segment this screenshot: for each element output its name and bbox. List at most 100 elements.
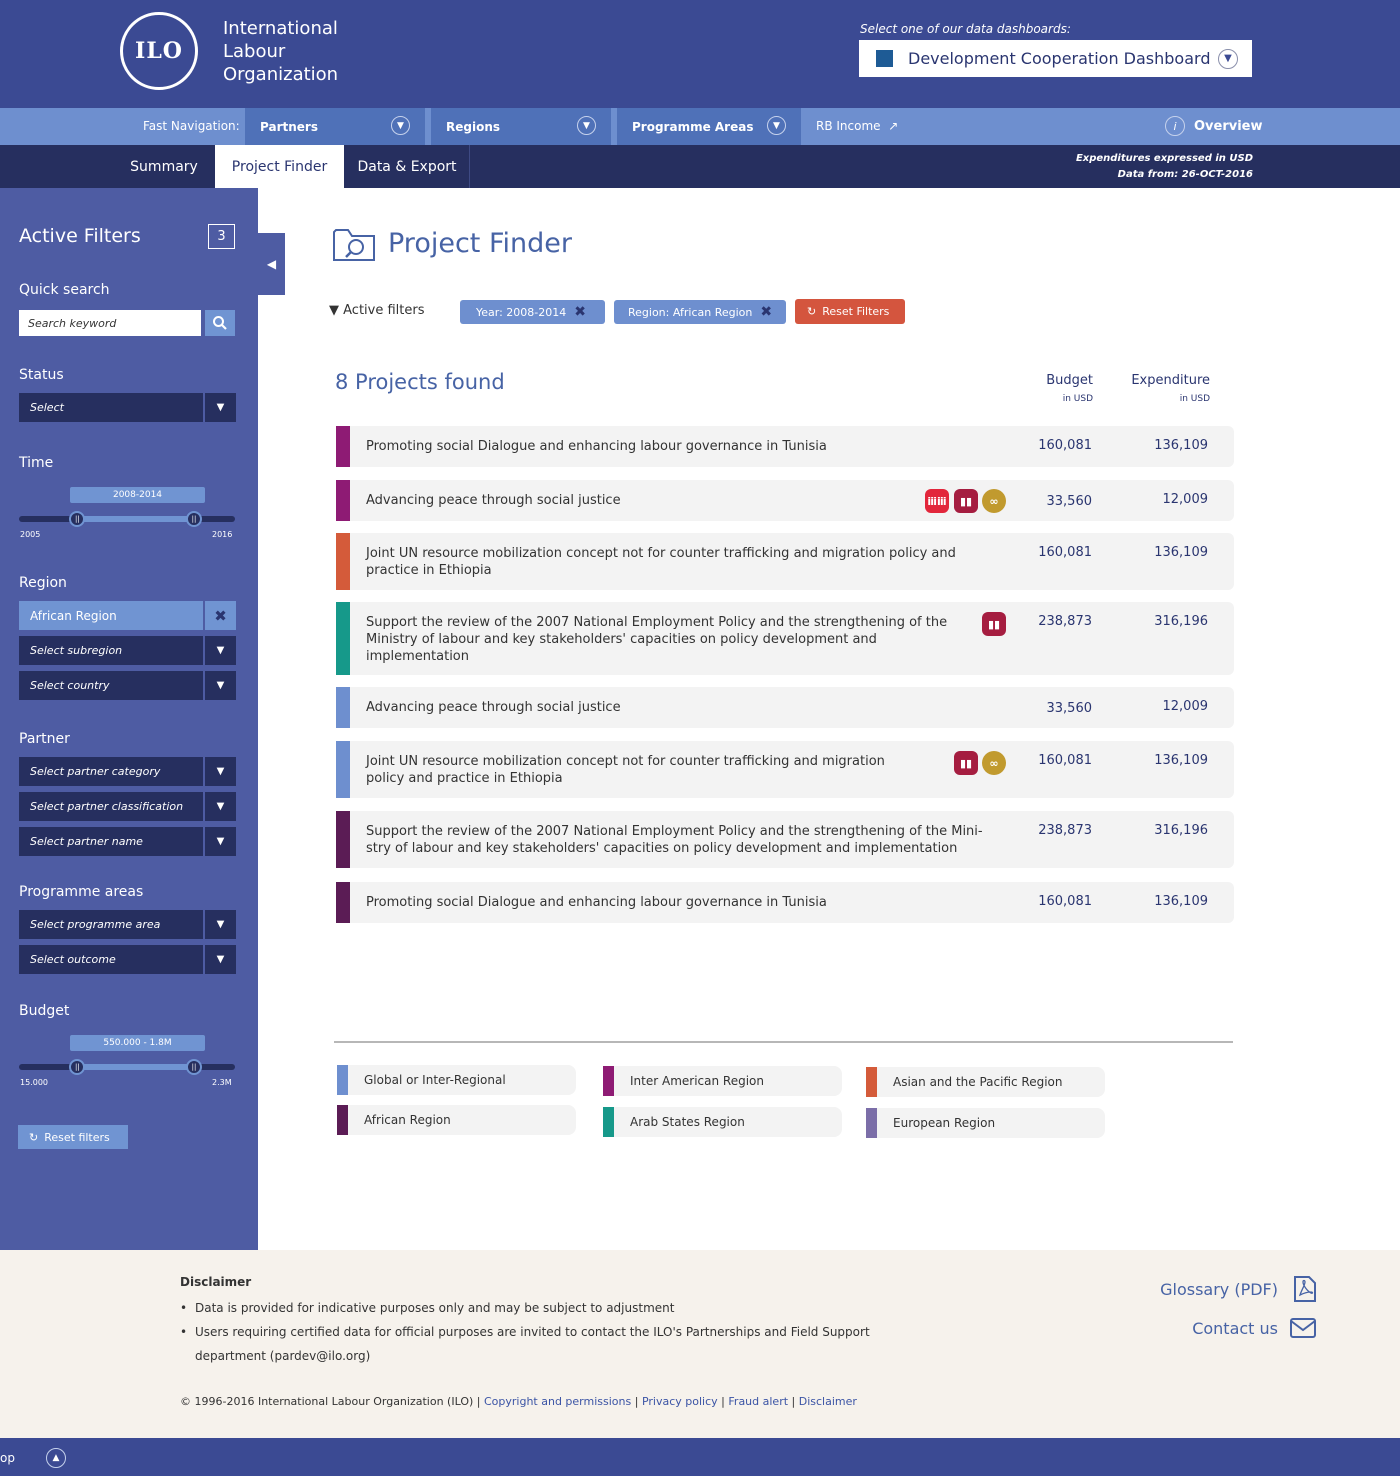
people-icon[interactable]: ⅲⅲ <box>925 489 949 513</box>
status-select[interactable]: Select ▼ <box>19 393 236 422</box>
growth-chart-icon[interactable]: ▮▮ <box>954 489 978 513</box>
time-range-value: 2008-2014 <box>70 487 205 503</box>
growth-chart-icon[interactable]: ▮▮ <box>954 751 978 775</box>
table-row[interactable]: Advancing peace through social justice 3… <box>336 687 1234 728</box>
partner-classification-select[interactable]: Select partner classification ▼ <box>19 792 236 821</box>
fraud-alert-link[interactable]: Fraud alert <box>728 1395 788 1408</box>
fast-nav-partners[interactable]: Partners ▼ <box>245 108 425 145</box>
expenditure-unit: in USD <box>1179 394 1210 404</box>
expenditure-header-label: Expenditure <box>1131 373 1210 388</box>
contact-link[interactable]: Contact us <box>1192 1319 1278 1338</box>
project-expenditure: 12,009 <box>1162 492 1209 507</box>
table-row[interactable]: Advancing peace through social justice ⅲ… <box>336 480 1234 521</box>
budget-slider-fill <box>77 1064 194 1070</box>
table-row[interactable]: Promoting social Dialogue and enhancing … <box>336 882 1234 923</box>
fast-nav-programme-areas[interactable]: Programme Areas ▼ <box>617 108 801 145</box>
pdf-icon[interactable] <box>1293 1275 1317 1303</box>
chevron-down-icon: ▼ <box>391 116 410 135</box>
legend-label: European Region <box>893 1116 996 1130</box>
filter-chip-region[interactable]: Region: African Region ✖ <box>614 300 786 324</box>
logo-text: ILO <box>135 38 183 64</box>
active-filters-title: Active Filters <box>19 225 141 247</box>
info-icon[interactable]: i <box>1165 116 1185 136</box>
table-row[interactable]: Support the review of the 2007 National … <box>336 602 1234 675</box>
partner-category-select[interactable]: Select partner category ▼ <box>19 757 236 786</box>
legend-color-bar <box>866 1108 877 1138</box>
reset-filters-chip-button[interactable]: ↻ Reset Filters <box>795 299 905 324</box>
programme-area-select[interactable]: Select programme area ▼ <box>19 910 236 939</box>
ilo-logo[interactable]: ILO <box>120 12 198 90</box>
back-to-top-label[interactable]: op <box>0 1451 15 1465</box>
disclaimer-link[interactable]: Disclaimer <box>799 1395 857 1408</box>
chevron-up-icon[interactable]: ▲ <box>46 1448 66 1468</box>
infinity-icon[interactable]: ∞ <box>982 489 1006 513</box>
tab-data-export[interactable]: Data & Export <box>345 145 469 188</box>
region-label: Region <box>19 575 67 591</box>
close-icon[interactable]: ✖ <box>574 304 586 320</box>
table-row[interactable]: Promoting social Dialogue and enhancing … <box>336 426 1234 467</box>
region-color-bar <box>336 426 350 467</box>
legend-item: African Region <box>337 1105 576 1135</box>
fast-nav-regions-label: Regions <box>446 119 501 134</box>
glossary-link[interactable]: Glossary (PDF) <box>1160 1280 1278 1299</box>
partner-name-select[interactable]: Select partner name ▼ <box>19 827 236 856</box>
fast-nav-regions[interactable]: Regions ▼ <box>431 108 611 145</box>
table-row[interactable]: Joint UN resource mobilization concept n… <box>336 741 1234 798</box>
filter-chip-year[interactable]: Year: 2008-2014 ✖ <box>460 300 605 324</box>
dashboard-prompt: Select one of our data dashboards: <box>860 22 1071 36</box>
budget-slider-handle-low[interactable]: || <box>69 1059 86 1075</box>
legend-item: European Region <box>866 1108 1105 1138</box>
chevron-down-icon: ▼ <box>203 393 236 422</box>
region-selected-value: African Region <box>30 608 117 623</box>
region-selected[interactable]: African Region ✖ <box>19 601 236 630</box>
table-row[interactable]: Support the review of the 2007 National … <box>336 811 1234 868</box>
time-slider-handle-low[interactable]: || <box>69 511 86 527</box>
search-input[interactable]: Search keyword <box>19 310 201 336</box>
privacy-policy-link[interactable]: Privacy policy <box>642 1395 718 1408</box>
legend-color-bar <box>337 1065 348 1095</box>
infinity-icon[interactable]: ∞ <box>982 751 1006 775</box>
region-color-bar <box>336 811 350 868</box>
project-title: Advancing peace through social justice <box>366 700 621 715</box>
project-expenditure: 316,196 <box>1154 614 1208 629</box>
legend-color-bar <box>866 1067 877 1097</box>
collapse-sidebar-button[interactable]: ◀ <box>258 233 285 295</box>
time-slider[interactable]: || || <box>19 511 235 527</box>
table-row[interactable]: Joint UN resource mobilization concept n… <box>336 533 1234 590</box>
growth-chart-icon[interactable]: ▮▮ <box>982 612 1006 636</box>
budget-header-label: Budget <box>1046 373 1093 388</box>
country-select[interactable]: Select country ▼ <box>19 671 236 700</box>
search-button[interactable] <box>205 310 235 336</box>
close-icon[interactable]: ✖ <box>760 304 772 320</box>
budget-min: 15.000 <box>20 1078 48 1087</box>
budget-slider-handle-high[interactable]: || <box>185 1059 202 1075</box>
filter-chip-region-label: Region: African Region <box>628 305 753 319</box>
reset-icon: ↻ <box>29 1130 39 1144</box>
chevron-down-icon: ▼ <box>203 910 236 939</box>
close-icon[interactable]: ✖ <box>203 601 236 630</box>
project-budget: 160,081 <box>1038 753 1092 768</box>
chevron-down-icon: ▼ <box>767 116 786 135</box>
project-title: Support the review of the 2007 National … <box>366 615 948 664</box>
chevron-down-icon: ▼ <box>203 671 236 700</box>
outcome-select[interactable]: Select outcome ▼ <box>19 945 236 974</box>
dashboard-select[interactable]: Development Cooperation Dashboard ▼ <box>859 40 1252 77</box>
expenditure-note: Expenditures expressed in USD Data from:… <box>1076 151 1253 183</box>
time-slider-handle-high[interactable]: || <box>185 511 202 527</box>
reset-filters-button[interactable]: ↻ Reset filters <box>18 1125 128 1149</box>
mail-icon[interactable] <box>1289 1317 1317 1339</box>
fast-navigation: Fast Navigation: Partners ▼ Regions ▼ Pr… <box>0 108 1400 145</box>
project-budget: 33,560 <box>1046 701 1093 716</box>
disclaimer-list: Data is provided for indicative purposes… <box>180 1296 940 1368</box>
subregion-select[interactable]: Select subregion ▼ <box>19 636 236 665</box>
tab-summary[interactable]: Summary <box>114 145 214 188</box>
copyright-text: © 1996-2016 International Labour Organiz… <box>180 1395 481 1408</box>
project-budget: 160,081 <box>1038 545 1092 560</box>
tab-project-finder[interactable]: Project Finder <box>215 145 344 188</box>
bottom-bar: op ▲ <box>0 1438 1400 1476</box>
fast-nav-rb-income[interactable]: RB Income ↗ <box>816 119 898 133</box>
legend-item: Global or Inter-Regional <box>337 1065 576 1095</box>
copyright-permissions-link[interactable]: Copyright and permissions <box>484 1395 631 1408</box>
fast-nav-overview[interactable]: Overview <box>1194 119 1263 134</box>
budget-slider[interactable]: || || <box>19 1059 235 1075</box>
